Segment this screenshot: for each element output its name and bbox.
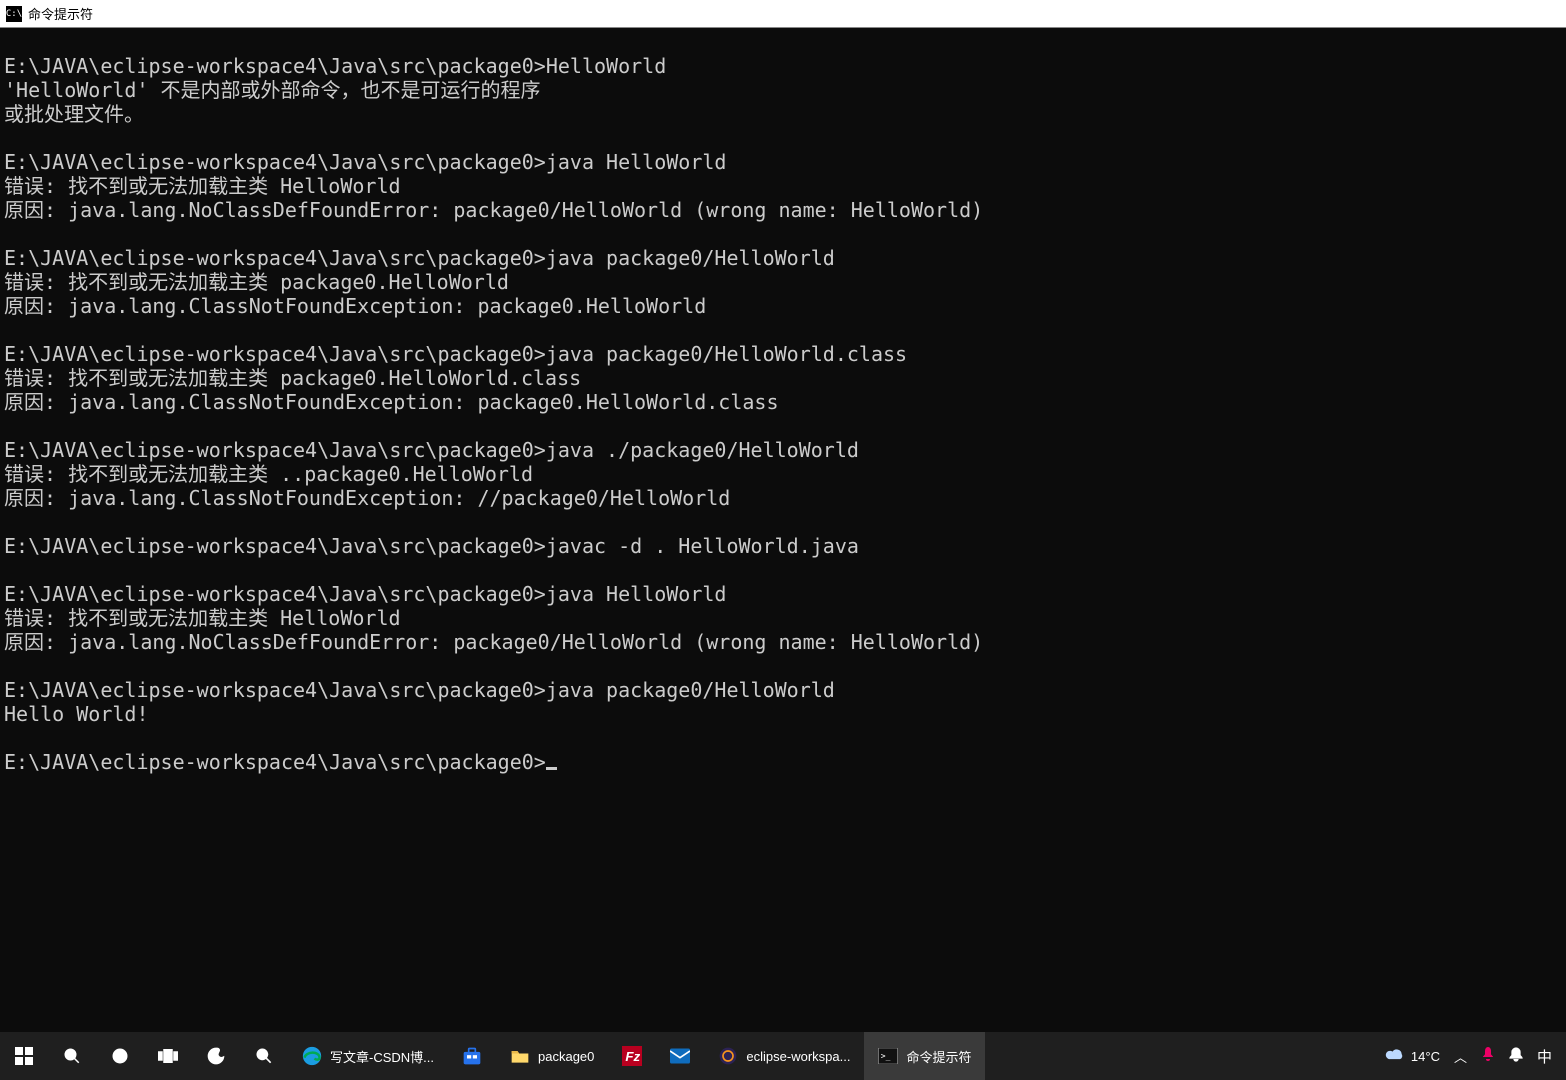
- terminal-line: E:\JAVA\eclipse-workspace4\Java\src\pack…: [4, 150, 1562, 174]
- terminal-line: 原因: java.lang.NoClassDefFoundError: pack…: [4, 198, 1562, 222]
- cursor: [546, 767, 557, 770]
- cortana-icon: [110, 1046, 130, 1066]
- explorer-app[interactable]: package0: [496, 1032, 608, 1080]
- eclipse-icon: [718, 1046, 738, 1066]
- taskbar: 写文章-CSDN博... package0 Fz eclipse-workspa…: [0, 1032, 1566, 1080]
- terminal-line: E:\JAVA\eclipse-workspace4\Java\src\pack…: [4, 54, 1562, 78]
- explorer-label: package0: [538, 1049, 594, 1064]
- terminal-line: Hello World!: [4, 702, 1562, 726]
- terminal-line: [4, 30, 1562, 54]
- terminal-output[interactable]: E:\JAVA\eclipse-workspace4\Java\src\pack…: [0, 28, 1566, 1032]
- terminal-line: 原因: java.lang.NoClassDefFoundError: pack…: [4, 630, 1562, 654]
- edge-app[interactable]: 写文章-CSDN博...: [288, 1032, 448, 1080]
- window-title: 命令提示符: [28, 4, 93, 23]
- terminal-line: [4, 510, 1562, 534]
- taskview-icon: [158, 1046, 178, 1066]
- terminal-line: 错误: 找不到或无法加载主类 package0.HelloWorld: [4, 270, 1562, 294]
- terminal-line: 原因: java.lang.ClassNotFoundException: pa…: [4, 294, 1562, 318]
- svg-text:>_: >_: [881, 1051, 891, 1060]
- terminal-line: E:\JAVA\eclipse-workspace4\Java\src\pack…: [4, 534, 1562, 558]
- windows-icon: [14, 1046, 34, 1066]
- terminal-line: 原因: java.lang.ClassNotFoundException: //…: [4, 486, 1562, 510]
- eclipse-label: eclipse-workspa...: [746, 1049, 850, 1064]
- tray-chevron-up-icon[interactable]: ︿: [1454, 1047, 1467, 1066]
- cloud-icon: [1385, 1047, 1405, 1066]
- cmd-window-icon: C:\: [6, 6, 22, 22]
- magnifier-button[interactable]: [240, 1032, 288, 1080]
- terminal-line: [4, 654, 1562, 678]
- store-icon: [462, 1046, 482, 1066]
- cortana-button[interactable]: [96, 1032, 144, 1080]
- terminal-line: E:\JAVA\eclipse-workspace4\Java\src\pack…: [4, 582, 1562, 606]
- notifications-icon[interactable]: [1509, 1047, 1523, 1066]
- terminal-line: [4, 126, 1562, 150]
- folder-icon: [510, 1046, 530, 1066]
- terminal-line: [4, 558, 1562, 582]
- terminal-line: [4, 318, 1562, 342]
- svg-text:Fz: Fz: [626, 1049, 641, 1064]
- cmd-label: 命令提示符: [906, 1047, 971, 1066]
- weather-temp: 14°C: [1411, 1049, 1440, 1064]
- terminal-line: E:\JAVA\eclipse-workspace4\Java\src\pack…: [4, 678, 1562, 702]
- eclipse-app[interactable]: eclipse-workspa...: [704, 1032, 864, 1080]
- terminal-line: 错误: 找不到或无法加载主类 HelloWorld: [4, 174, 1562, 198]
- cmd-app[interactable]: >_ 命令提示符: [864, 1032, 985, 1080]
- mail-icon: [670, 1046, 690, 1066]
- terminal-line: 错误: 找不到或无法加载主类 ..package0.HelloWorld: [4, 462, 1562, 486]
- window-titlebar: C:\ 命令提示符: [0, 0, 1566, 28]
- edge-icon: [302, 1046, 322, 1066]
- ime-icon[interactable]: 中: [1537, 1046, 1552, 1067]
- terminal-line: 'HelloWorld' 不是内部或外部命令，也不是可运行的程序: [4, 78, 1562, 102]
- store-app[interactable]: [448, 1032, 496, 1080]
- magnifier-icon: [254, 1046, 274, 1066]
- terminal-line: E:\JAVA\eclipse-workspace4\Java\src\pack…: [4, 438, 1562, 462]
- terminal-line: E:\JAVA\eclipse-workspace4\Java\src\pack…: [4, 342, 1562, 366]
- tray-status-icon[interactable]: [1481, 1047, 1495, 1066]
- terminal-line: E:\JAVA\eclipse-workspace4\Java\src\pack…: [4, 750, 1562, 774]
- search-button[interactable]: [48, 1032, 96, 1080]
- taskview-button[interactable]: [144, 1032, 192, 1080]
- terminal-line: 错误: 找不到或无法加载主类 package0.HelloWorld.class: [4, 366, 1562, 390]
- terminal-line: 错误: 找不到或无法加载主类 HelloWorld: [4, 606, 1562, 630]
- cmd-icon: >_: [878, 1046, 898, 1066]
- mail-app[interactable]: [656, 1032, 704, 1080]
- start-button[interactable]: [0, 1032, 48, 1080]
- system-tray: 14°C ︿ 中: [1371, 1032, 1566, 1080]
- terminal-line: [4, 414, 1562, 438]
- copilot-icon: [206, 1046, 226, 1066]
- copilot-button[interactable]: [192, 1032, 240, 1080]
- terminal-line: 原因: java.lang.ClassNotFoundException: pa…: [4, 390, 1562, 414]
- search-icon: [62, 1046, 82, 1066]
- filezilla-icon: Fz: [622, 1046, 642, 1066]
- terminal-line: [4, 222, 1562, 246]
- terminal-line: E:\JAVA\eclipse-workspace4\Java\src\pack…: [4, 246, 1562, 270]
- filezilla-app[interactable]: Fz: [608, 1032, 656, 1080]
- weather-widget[interactable]: 14°C: [1385, 1047, 1440, 1066]
- terminal-line: [4, 726, 1562, 750]
- terminal-line: 或批处理文件。: [4, 102, 1562, 126]
- edge-label: 写文章-CSDN博...: [330, 1047, 434, 1066]
